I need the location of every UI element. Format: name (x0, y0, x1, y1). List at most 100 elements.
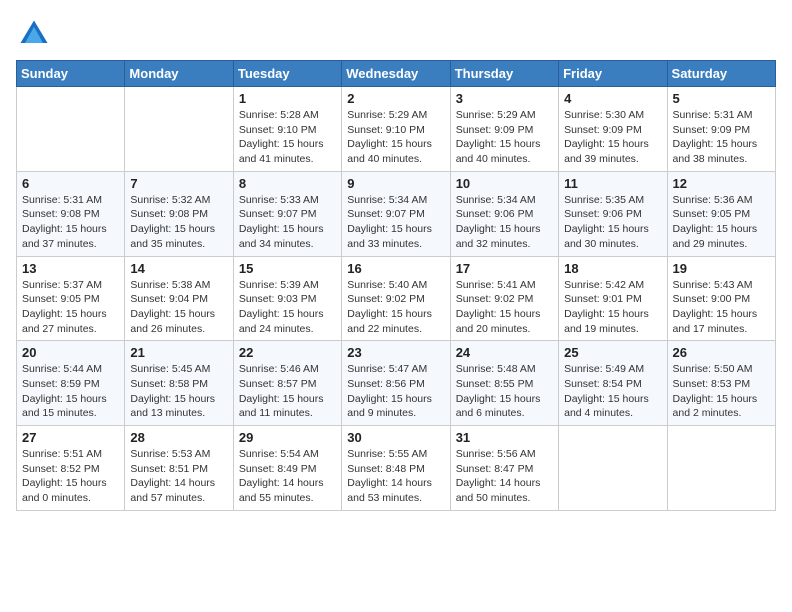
day-info: Sunrise: 5:48 AM Sunset: 8:55 PM Dayligh… (456, 362, 553, 421)
calendar-cell: 3 Sunrise: 5:29 AM Sunset: 9:09 PM Daylig… (450, 87, 558, 172)
day-info: Sunrise: 5:51 AM Sunset: 8:52 PM Dayligh… (22, 447, 119, 506)
calendar-week-row: 6Sunrise: 5:31 AM Sunset: 9:08 PM Daylig… (17, 171, 776, 256)
calendar-cell: 4 Sunrise: 5:30 AM Sunset: 9:09 PM Daylig… (559, 87, 667, 172)
calendar-cell: 30 Sunrise: 5:55 AM Sunset: 8:48 PM Dayli… (342, 426, 450, 511)
day-number: 25 (564, 345, 661, 360)
day-info: Sunrise: 5:53 AM Sunset: 8:51 PM Dayligh… (130, 447, 227, 506)
day-number: 27 (22, 430, 119, 445)
day-info: Sunrise: 5:30 AM Sunset: 9:09 PM Dayligh… (564, 108, 661, 167)
calendar-cell: 27 Sunrise: 5:51 AM Sunset: 8:52 PM Dayli… (17, 426, 125, 511)
calendar-cell: 16 Sunrise: 5:40 AM Sunset: 9:02 PM Dayli… (342, 256, 450, 341)
calendar-cell: 29 Sunrise: 5:54 AM Sunset: 8:49 PM Dayli… (233, 426, 341, 511)
weekday-header-row: SundayMondayTuesdayWednesdayThursdayFrid… (17, 61, 776, 87)
calendar-cell: 21 Sunrise: 5:45 AM Sunset: 8:58 PM Dayli… (125, 341, 233, 426)
calendar-cell: 9Sunrise: 5:34 AM Sunset: 9:07 PM Daylig… (342, 171, 450, 256)
calendar-week-row: 13 Sunrise: 5:37 AM Sunset: 9:05 PM Dayli… (17, 256, 776, 341)
calendar-cell: 17 Sunrise: 5:41 AM Sunset: 9:02 PM Dayli… (450, 256, 558, 341)
day-info: Sunrise: 5:54 AM Sunset: 8:49 PM Dayligh… (239, 447, 336, 506)
day-info: Sunrise: 5:40 AM Sunset: 9:02 PM Dayligh… (347, 278, 444, 337)
calendar-cell: 26 Sunrise: 5:50 AM Sunset: 8:53 PM Dayli… (667, 341, 775, 426)
day-info: Sunrise: 5:45 AM Sunset: 8:58 PM Dayligh… (130, 362, 227, 421)
day-info: Sunrise: 5:44 AM Sunset: 8:59 PM Dayligh… (22, 362, 119, 421)
calendar-cell (667, 426, 775, 511)
day-number: 14 (130, 261, 227, 276)
calendar-cell: 18 Sunrise: 5:42 AM Sunset: 9:01 PM Dayli… (559, 256, 667, 341)
day-number: 6 (22, 176, 119, 191)
day-info: Sunrise: 5:31 AM Sunset: 9:09 PM Dayligh… (673, 108, 770, 167)
calendar-cell: 8Sunrise: 5:33 AM Sunset: 9:07 PM Daylig… (233, 171, 341, 256)
day-info: Sunrise: 5:49 AM Sunset: 8:54 PM Dayligh… (564, 362, 661, 421)
day-info: Sunrise: 5:47 AM Sunset: 8:56 PM Dayligh… (347, 362, 444, 421)
logo-icon (16, 16, 52, 52)
calendar-cell: 2 Sunrise: 5:29 AM Sunset: 9:10 PM Daylig… (342, 87, 450, 172)
day-info: Sunrise: 5:32 AM Sunset: 9:08 PM Dayligh… (130, 193, 227, 252)
calendar-cell (559, 426, 667, 511)
day-number: 9 (347, 176, 444, 191)
day-number: 10 (456, 176, 553, 191)
day-number: 3 (456, 91, 553, 106)
calendar-cell: 5Sunrise: 5:31 AM Sunset: 9:09 PM Daylig… (667, 87, 775, 172)
day-info: Sunrise: 5:34 AM Sunset: 9:06 PM Dayligh… (456, 193, 553, 252)
day-number: 16 (347, 261, 444, 276)
calendar-cell: 28 Sunrise: 5:53 AM Sunset: 8:51 PM Dayli… (125, 426, 233, 511)
day-info: Sunrise: 5:37 AM Sunset: 9:05 PM Dayligh… (22, 278, 119, 337)
day-number: 20 (22, 345, 119, 360)
day-info: Sunrise: 5:28 AM Sunset: 9:10 PM Dayligh… (239, 108, 336, 167)
weekday-header: Saturday (667, 61, 775, 87)
day-info: Sunrise: 5:35 AM Sunset: 9:06 PM Dayligh… (564, 193, 661, 252)
day-info: Sunrise: 5:33 AM Sunset: 9:07 PM Dayligh… (239, 193, 336, 252)
day-info: Sunrise: 5:46 AM Sunset: 8:57 PM Dayligh… (239, 362, 336, 421)
day-number: 30 (347, 430, 444, 445)
calendar-cell: 22 Sunrise: 5:46 AM Sunset: 8:57 PM Dayli… (233, 341, 341, 426)
day-info: Sunrise: 5:56 AM Sunset: 8:47 PM Dayligh… (456, 447, 553, 506)
day-number: 12 (673, 176, 770, 191)
calendar-cell: 25 Sunrise: 5:49 AM Sunset: 8:54 PM Dayli… (559, 341, 667, 426)
calendar-cell: 6Sunrise: 5:31 AM Sunset: 9:08 PM Daylig… (17, 171, 125, 256)
day-number: 21 (130, 345, 227, 360)
page-header (16, 16, 776, 52)
calendar-cell: 31Sunrise: 5:56 AM Sunset: 8:47 PM Dayli… (450, 426, 558, 511)
day-number: 29 (239, 430, 336, 445)
weekday-header: Wednesday (342, 61, 450, 87)
day-info: Sunrise: 5:50 AM Sunset: 8:53 PM Dayligh… (673, 362, 770, 421)
day-number: 11 (564, 176, 661, 191)
calendar-cell: 11 Sunrise: 5:35 AM Sunset: 9:06 PM Dayli… (559, 171, 667, 256)
day-number: 17 (456, 261, 553, 276)
weekday-header: Sunday (17, 61, 125, 87)
day-info: Sunrise: 5:38 AM Sunset: 9:04 PM Dayligh… (130, 278, 227, 337)
day-info: Sunrise: 5:42 AM Sunset: 9:01 PM Dayligh… (564, 278, 661, 337)
calendar-cell: 14 Sunrise: 5:38 AM Sunset: 9:04 PM Dayli… (125, 256, 233, 341)
day-number: 2 (347, 91, 444, 106)
day-info: Sunrise: 5:43 AM Sunset: 9:00 PM Dayligh… (673, 278, 770, 337)
day-number: 7 (130, 176, 227, 191)
calendar-cell: 12 Sunrise: 5:36 AM Sunset: 9:05 PM Dayli… (667, 171, 775, 256)
day-info: Sunrise: 5:29 AM Sunset: 9:09 PM Dayligh… (456, 108, 553, 167)
weekday-header: Friday (559, 61, 667, 87)
day-info: Sunrise: 5:36 AM Sunset: 9:05 PM Dayligh… (673, 193, 770, 252)
day-number: 13 (22, 261, 119, 276)
day-number: 28 (130, 430, 227, 445)
day-number: 19 (673, 261, 770, 276)
calendar-week-row: 27 Sunrise: 5:51 AM Sunset: 8:52 PM Dayli… (17, 426, 776, 511)
calendar-cell: 20 Sunrise: 5:44 AM Sunset: 8:59 PM Dayli… (17, 341, 125, 426)
weekday-header: Monday (125, 61, 233, 87)
day-number: 26 (673, 345, 770, 360)
calendar-cell: 15Sunrise: 5:39 AM Sunset: 9:03 PM Dayli… (233, 256, 341, 341)
day-info: Sunrise: 5:29 AM Sunset: 9:10 PM Dayligh… (347, 108, 444, 167)
calendar-cell: 24Sunrise: 5:48 AM Sunset: 8:55 PM Dayli… (450, 341, 558, 426)
calendar-week-row: 20 Sunrise: 5:44 AM Sunset: 8:59 PM Dayli… (17, 341, 776, 426)
day-number: 18 (564, 261, 661, 276)
calendar-table: SundayMondayTuesdayWednesdayThursdayFrid… (16, 60, 776, 511)
day-number: 4 (564, 91, 661, 106)
calendar-cell: 23 Sunrise: 5:47 AM Sunset: 8:56 PM Dayli… (342, 341, 450, 426)
day-info: Sunrise: 5:55 AM Sunset: 8:48 PM Dayligh… (347, 447, 444, 506)
day-number: 1 (239, 91, 336, 106)
day-info: Sunrise: 5:41 AM Sunset: 9:02 PM Dayligh… (456, 278, 553, 337)
day-number: 22 (239, 345, 336, 360)
calendar-week-row: 1 Sunrise: 5:28 AM Sunset: 9:10 PM Daylig… (17, 87, 776, 172)
calendar-cell (17, 87, 125, 172)
day-number: 23 (347, 345, 444, 360)
calendar-cell: 7 Sunrise: 5:32 AM Sunset: 9:08 PM Daylig… (125, 171, 233, 256)
weekday-header: Thursday (450, 61, 558, 87)
calendar-cell (125, 87, 233, 172)
